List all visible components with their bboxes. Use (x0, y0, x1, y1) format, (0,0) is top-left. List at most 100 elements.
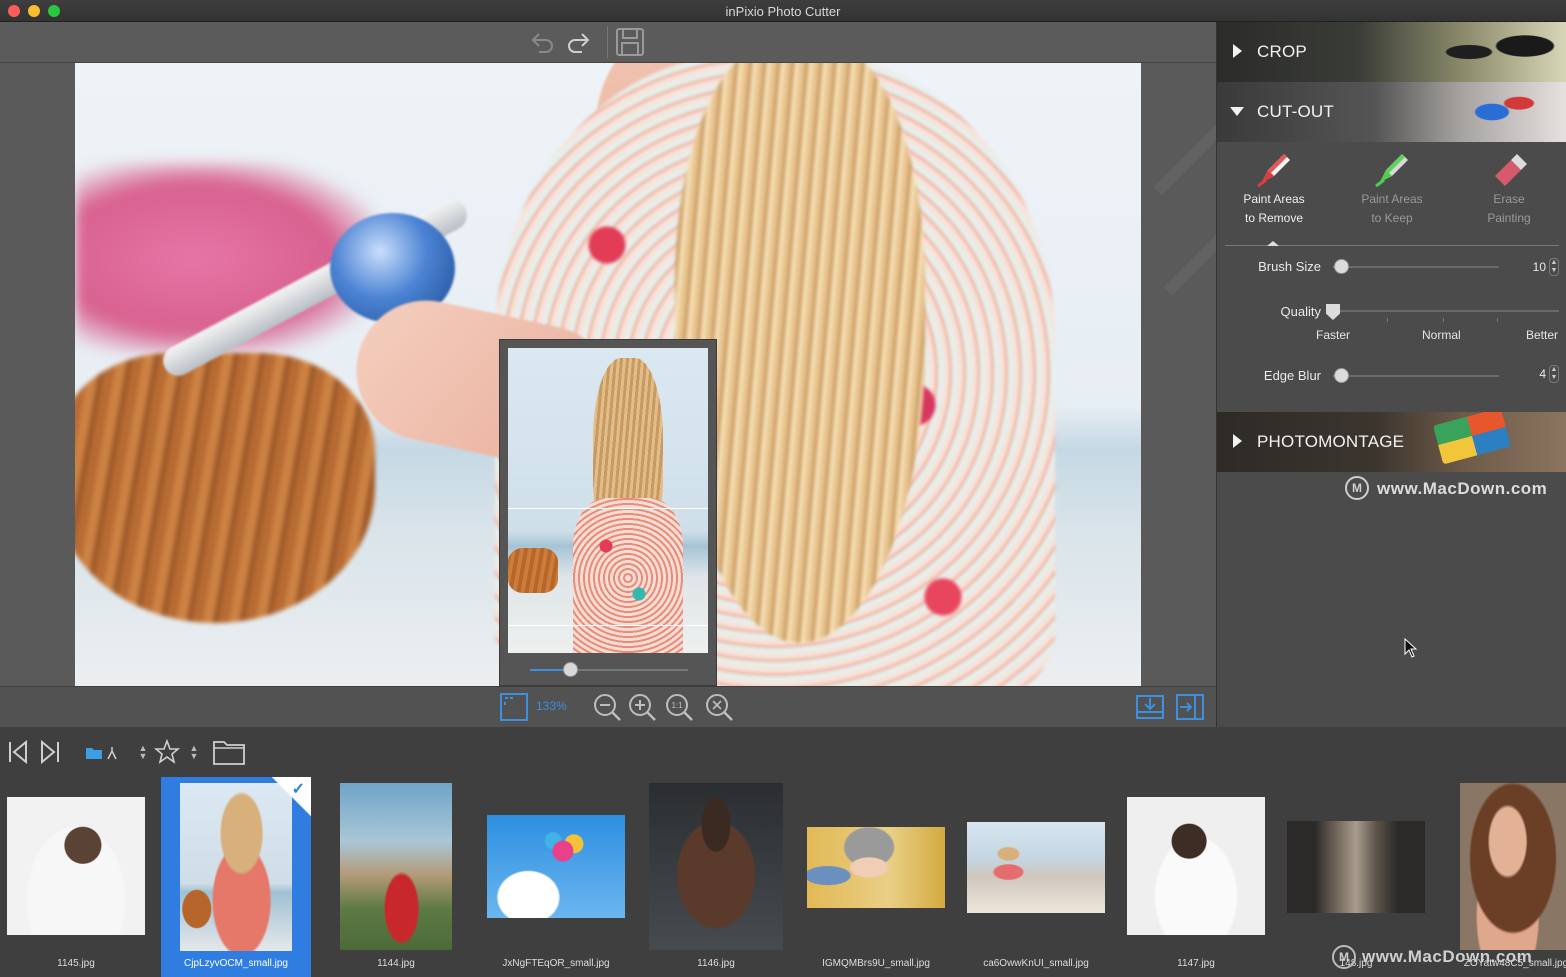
quality-option-normal[interactable]: Normal (1422, 328, 1461, 342)
expanded-triangle-icon (1230, 107, 1244, 116)
zoom-fit-button[interactable] (703, 691, 735, 723)
thumbnail-image (340, 783, 452, 950)
last-image-button[interactable] (38, 737, 62, 767)
edge-blur-knob[interactable] (1334, 368, 1349, 383)
favorite-filter-button[interactable] (154, 737, 180, 767)
canvas-decoration (1163, 202, 1216, 296)
thumbnail-image (649, 783, 783, 950)
navigator-panel[interactable] (499, 339, 717, 686)
mouse-cursor-icon (1404, 638, 1418, 658)
thumbnail-item-selected[interactable]: ✓ CjpLzyvOCM_small.jpg (161, 777, 311, 977)
folder-icon (213, 741, 245, 765)
svg-text:1:1: 1:1 (671, 701, 683, 710)
tool-paint-remove-line1: Paint Areas (1243, 192, 1305, 206)
export-button[interactable] (1134, 691, 1166, 723)
tool-erase-line1: Erase (1493, 192, 1525, 206)
canvas-bottom-bar: 133% 1:1 (0, 686, 1216, 727)
zoom-out-icon (594, 694, 621, 721)
save-button[interactable] (615, 27, 645, 57)
photo-basket (75, 353, 375, 623)
photomontage-section-title: PHOTOMONTAGE (1257, 432, 1405, 451)
zoom-in-button[interactable] (626, 691, 658, 723)
active-tool-caret (1267, 241, 1279, 246)
crop-section-header[interactable]: CROP (1217, 22, 1566, 82)
tool-erase-line2: Painting (1487, 211, 1531, 225)
thumbnail-item[interactable]: ca6OwwKnUI_small.jpg (961, 777, 1111, 977)
fit-view-icon (500, 693, 528, 721)
tool-paint-keep-line1: Paint Areas (1361, 192, 1423, 206)
thumbnail-filename: 1144.jpg (377, 958, 415, 969)
brush-size-label: Brush Size (1258, 259, 1321, 274)
brush-size-stepper[interactable]: ▲ ▼ (1549, 258, 1559, 276)
thumbnail-item[interactable]: 1146.jpg (641, 777, 791, 977)
zoom-in-icon (629, 694, 656, 721)
thumbnail-image (1460, 783, 1566, 950)
navigator-zoom-knob[interactable] (563, 662, 578, 677)
tool-paint-remove[interactable]: Paint Areas to Remove (1219, 150, 1329, 228)
navigator-viewport-frame[interactable] (508, 508, 708, 626)
sort-stepper[interactable]: ▲ ▼ (137, 737, 149, 767)
save-icon (616, 28, 644, 56)
selected-checkmark: ✓ (271, 777, 311, 817)
quality-option-better[interactable]: Better (1526, 328, 1558, 342)
zoom-fit-icon (706, 694, 733, 721)
thumbnail-item[interactable]: JxNgFTEqOR_small.jpg (481, 777, 631, 977)
main-toolbar (0, 22, 1216, 63)
zoom-level-label: 133% (536, 699, 567, 713)
tool-erase-painting[interactable]: Erase Painting (1454, 150, 1564, 228)
panel-toggle-icon (1176, 694, 1204, 720)
folder-sort-button[interactable] (84, 737, 124, 767)
macdown-logo: M (1332, 945, 1356, 969)
edge-blur-slider[interactable] (1333, 375, 1499, 377)
title-bar: inPixio Photo Cutter (0, 0, 1566, 22)
thumbnail-item[interactable]: 1144.jpg (321, 777, 471, 977)
zoom-out-button[interactable] (591, 691, 623, 723)
redo-icon (568, 33, 590, 53)
photomontage-section-header[interactable]: PHOTOMONTAGE (1217, 412, 1566, 472)
first-image-button[interactable] (6, 737, 30, 767)
red-marker-icon (1254, 150, 1294, 190)
favorite-stepper[interactable]: ▲ ▼ (188, 737, 200, 767)
thumbnail-item[interactable]: 1145.jpg (1, 777, 151, 977)
thumbnail-item[interactable]: IGMQMBrs9U_small.jpg (801, 777, 951, 977)
thumbnail-filename: 1146.jpg (697, 958, 735, 969)
cutout-section-title: CUT-OUT (1257, 102, 1334, 121)
thumbnail-filename: IGMQMBrs9U_small.jpg (822, 958, 930, 969)
brush-size-value: 10 (1532, 260, 1546, 274)
zoom-actual-size-button[interactable]: 1:1 (663, 691, 695, 723)
thumbnail-item[interactable]: 1147.jpg (1121, 777, 1271, 977)
undo-button[interactable] (527, 27, 557, 57)
cutout-section-header[interactable]: CUT-OUT (1217, 82, 1566, 142)
film-watermark: www.MacDown.com (1362, 947, 1533, 966)
thumbnail-filename: 1147.jpg (1177, 958, 1215, 969)
tool-paint-keep[interactable]: Paint Areas to Keep (1337, 150, 1447, 228)
edge-blur-stepper[interactable]: ▲ ▼ (1549, 365, 1559, 383)
redo-button[interactable] (564, 27, 594, 57)
thumbnail-image (807, 827, 945, 908)
blue-folder-person-icon (86, 747, 117, 760)
thumbnail-image (487, 815, 625, 918)
cutout-section-body: Paint Areas to Remove Paint Areas to Kee… (1217, 142, 1566, 412)
fit-view-button[interactable] (498, 691, 530, 723)
canvas-decoration (1153, 102, 1216, 196)
thumbnail-filename: JxNgFTEqOR_small.jpg (502, 958, 610, 969)
thumbnail-image (967, 822, 1105, 913)
toggle-panel-button[interactable] (1174, 691, 1206, 723)
star-icon (154, 739, 180, 764)
quality-knob[interactable] (1326, 304, 1340, 320)
quality-option-faster[interactable]: Faster (1316, 328, 1350, 342)
window-title: inPixio Photo Cutter (725, 4, 841, 19)
tools-panel: CROP CUT-OUT Paint Areas to Remove Paint… (1216, 22, 1566, 727)
panel-watermark: www.MacDown.com (1377, 479, 1548, 498)
download-tray-icon (1136, 695, 1164, 719)
green-marker-icon (1372, 150, 1412, 190)
app-window: inPixio Photo Cutter 133% 1:1 CROP CUT-O… (0, 0, 1566, 977)
skip-first-icon (9, 739, 27, 765)
quality-slider[interactable] (1333, 310, 1559, 312)
navigator-preview[interactable] (508, 348, 708, 653)
brush-size-slider[interactable] (1333, 266, 1499, 268)
edge-blur-value: 4 (1539, 367, 1546, 381)
macdown-logo: M (1345, 476, 1369, 500)
open-folder-button[interactable] (211, 737, 247, 767)
brush-size-knob[interactable] (1334, 259, 1349, 274)
